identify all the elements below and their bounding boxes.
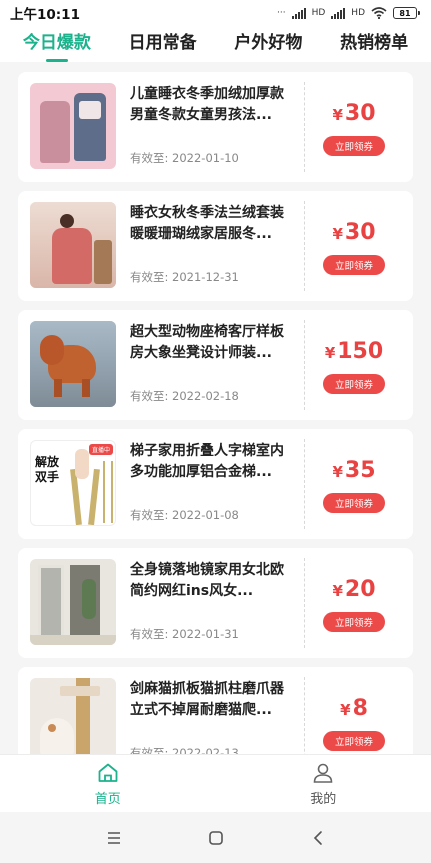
claim-coupon-button[interactable]: 立即领券	[323, 492, 385, 513]
coupon-amount: 8	[352, 695, 368, 721]
product-info: 超大型动物座椅客厅样板房大象坐凳设计师装... 有效至: 2022-02-18	[116, 320, 296, 410]
status-bar: 上午10:11 ··· HD HD 81	[0, 0, 431, 26]
product-info: 儿童睡衣冬季加绒加厚款男童冬款女童男孩法... 有效至: 2022-01-10	[116, 82, 296, 172]
product-title: 全身镜落地镜家用女北欧简约网红ins风女...	[130, 562, 284, 599]
product-info: 剑麻猫抓板猫抓柱磨爪器立式不掉屑耐磨猫爬... 有效至: 2022-02-13	[116, 677, 296, 754]
dots-icon: ···	[277, 8, 286, 18]
product-image	[30, 321, 116, 407]
tab-label: 热销榜单	[340, 33, 409, 53]
product-expiry: 有效至: 2022-02-18	[130, 389, 239, 403]
product-info: 睡衣女秋冬季法兰绒套装暖暖珊瑚绒家居服冬... 有效至: 2021-12-31	[116, 201, 296, 291]
product-card[interactable]: 解放 双手 直播中 梯子家用折叠人字梯室内多功能加厚铝合金梯... 有效至: 20…	[18, 429, 413, 539]
nav-label: 我的	[310, 791, 337, 807]
coupon-price: ¥30	[332, 99, 375, 130]
menu-icon	[107, 831, 120, 844]
coupon-area: ¥30 立即领券	[305, 201, 403, 291]
home-icon	[98, 763, 118, 782]
bottom-navigation: 首页 我的	[0, 754, 431, 812]
image-text: 解放 双手	[35, 455, 60, 484]
wifi-icon	[371, 7, 387, 19]
claim-coupon-button[interactable]: 立即领券	[323, 611, 385, 632]
product-title: 睡衣女秋冬季法兰绒套装暖暖珊瑚绒家居服冬...	[130, 205, 284, 242]
coupon-price: ¥150	[325, 337, 383, 368]
product-title: 剑麻猫抓板猫抓柱磨爪器立式不掉屑耐磨猫爬...	[130, 681, 284, 718]
coupon-price: ¥8	[340, 694, 368, 725]
tab-label: 户外好物	[234, 33, 303, 53]
coupon-amount: 35	[344, 457, 376, 483]
claim-coupon-button[interactable]: 立即领券	[323, 373, 385, 394]
category-tabs: 今日爆款 日用常备 户外好物 热销榜单	[0, 26, 431, 62]
product-expiry: 有效至: 2022-01-10	[130, 151, 239, 165]
coupon-price: ¥30	[332, 218, 375, 249]
product-card[interactable]: 超大型动物座椅客厅样板房大象坐凳设计师装... 有效至: 2022-02-18 …	[18, 310, 413, 420]
product-image	[30, 202, 116, 288]
tab-daily-essentials[interactable]: 日用常备	[129, 26, 197, 62]
claim-coupon-button[interactable]: 立即领券	[323, 254, 385, 275]
currency-symbol: ¥	[332, 105, 343, 124]
product-image	[30, 678, 116, 754]
system-navigation	[0, 812, 431, 863]
product-expiry: 有效至: 2022-01-08	[130, 508, 239, 522]
product-card[interactable]: 儿童睡衣冬季加绒加厚款男童冬款女童男孩法... 有效至: 2022-01-10 …	[18, 72, 413, 182]
product-title: 梯子家用折叠人字梯室内多功能加厚铝合金梯...	[130, 443, 284, 480]
product-card[interactable]: 全身镜落地镜家用女北欧简约网红ins风女... 有效至: 2022-01-31 …	[18, 548, 413, 658]
coupon-amount: 30	[344, 219, 376, 245]
user-icon	[313, 763, 333, 783]
tab-label: 日用常备	[128, 33, 197, 53]
signal-icon-2	[331, 7, 346, 19]
product-image	[30, 559, 116, 645]
product-card[interactable]: 睡衣女秋冬季法兰绒套装暖暖珊瑚绒家居服冬... 有效至: 2021-12-31 …	[18, 191, 413, 301]
nav-label: 首页	[94, 791, 121, 807]
product-expiry: 有效至: 2022-01-31	[130, 627, 239, 641]
product-info: 梯子家用折叠人字梯室内多功能加厚铝合金梯... 有效至: 2022-01-08	[116, 439, 296, 529]
currency-symbol: ¥	[324, 343, 336, 362]
back-arrow-icon	[313, 830, 322, 845]
live-badge: 直播中	[88, 444, 113, 455]
status-icons: ··· HD HD 81	[277, 7, 420, 19]
product-expiry: 有效至: 2022-02-13	[130, 746, 239, 754]
coupon-area: ¥8 立即领券	[305, 677, 403, 754]
back-button[interactable]	[306, 826, 330, 850]
home-system-button[interactable]	[204, 826, 228, 850]
product-image	[30, 83, 116, 169]
nav-home[interactable]: 首页	[0, 755, 216, 812]
claim-coupon-button[interactable]: 立即领券	[323, 730, 385, 751]
coupon-price: ¥35	[332, 456, 375, 487]
tab-today-hot[interactable]: 今日爆款	[23, 26, 91, 62]
nav-profile[interactable]: 我的	[216, 755, 431, 812]
coupon-area: ¥35 立即领券	[305, 439, 403, 529]
currency-symbol: ¥	[340, 700, 351, 719]
tab-outdoor[interactable]: 户外好物	[234, 26, 302, 62]
network-label: HD	[311, 8, 326, 18]
signal-icon	[291, 7, 306, 19]
coupon-area: ¥20 立即领券	[305, 558, 403, 648]
square-icon	[208, 830, 223, 845]
currency-symbol: ¥	[332, 224, 343, 243]
tab-best-sellers[interactable]: 热销榜单	[340, 26, 408, 62]
product-info: 全身镜落地镜家用女北欧简约网红ins风女... 有效至: 2022-01-31	[116, 558, 296, 648]
network-label-2: HD	[351, 8, 365, 18]
currency-symbol: ¥	[332, 581, 343, 600]
product-card[interactable]: 剑麻猫抓板猫抓柱磨爪器立式不掉屑耐磨猫爬... 有效至: 2022-02-13 …	[18, 667, 413, 754]
status-time: 上午10:11	[10, 7, 80, 23]
currency-symbol: ¥	[332, 462, 343, 481]
claim-coupon-button[interactable]: 立即领券	[323, 135, 385, 156]
product-title: 儿童睡衣冬季加绒加厚款男童冬款女童男孩法...	[130, 86, 284, 123]
product-title: 超大型动物座椅客厅样板房大象坐凳设计师装...	[130, 324, 284, 361]
coupon-amount: 20	[344, 576, 376, 602]
tab-label: 今日爆款	[22, 33, 91, 53]
product-image: 解放 双手 直播中	[30, 440, 116, 526]
product-list[interactable]: 儿童睡衣冬季加绒加厚款男童冬款女童男孩法... 有效至: 2022-01-10 …	[0, 62, 431, 754]
coupon-price: ¥20	[332, 575, 375, 606]
coupon-area: ¥30 立即领券	[305, 82, 403, 172]
menu-button[interactable]	[102, 826, 126, 850]
coupon-area: ¥150 立即领券	[305, 320, 403, 410]
product-expiry: 有效至: 2021-12-31	[130, 270, 239, 284]
coupon-amount: 30	[344, 100, 376, 126]
battery-icon: 81	[393, 7, 420, 19]
coupon-amount: 150	[337, 338, 384, 364]
